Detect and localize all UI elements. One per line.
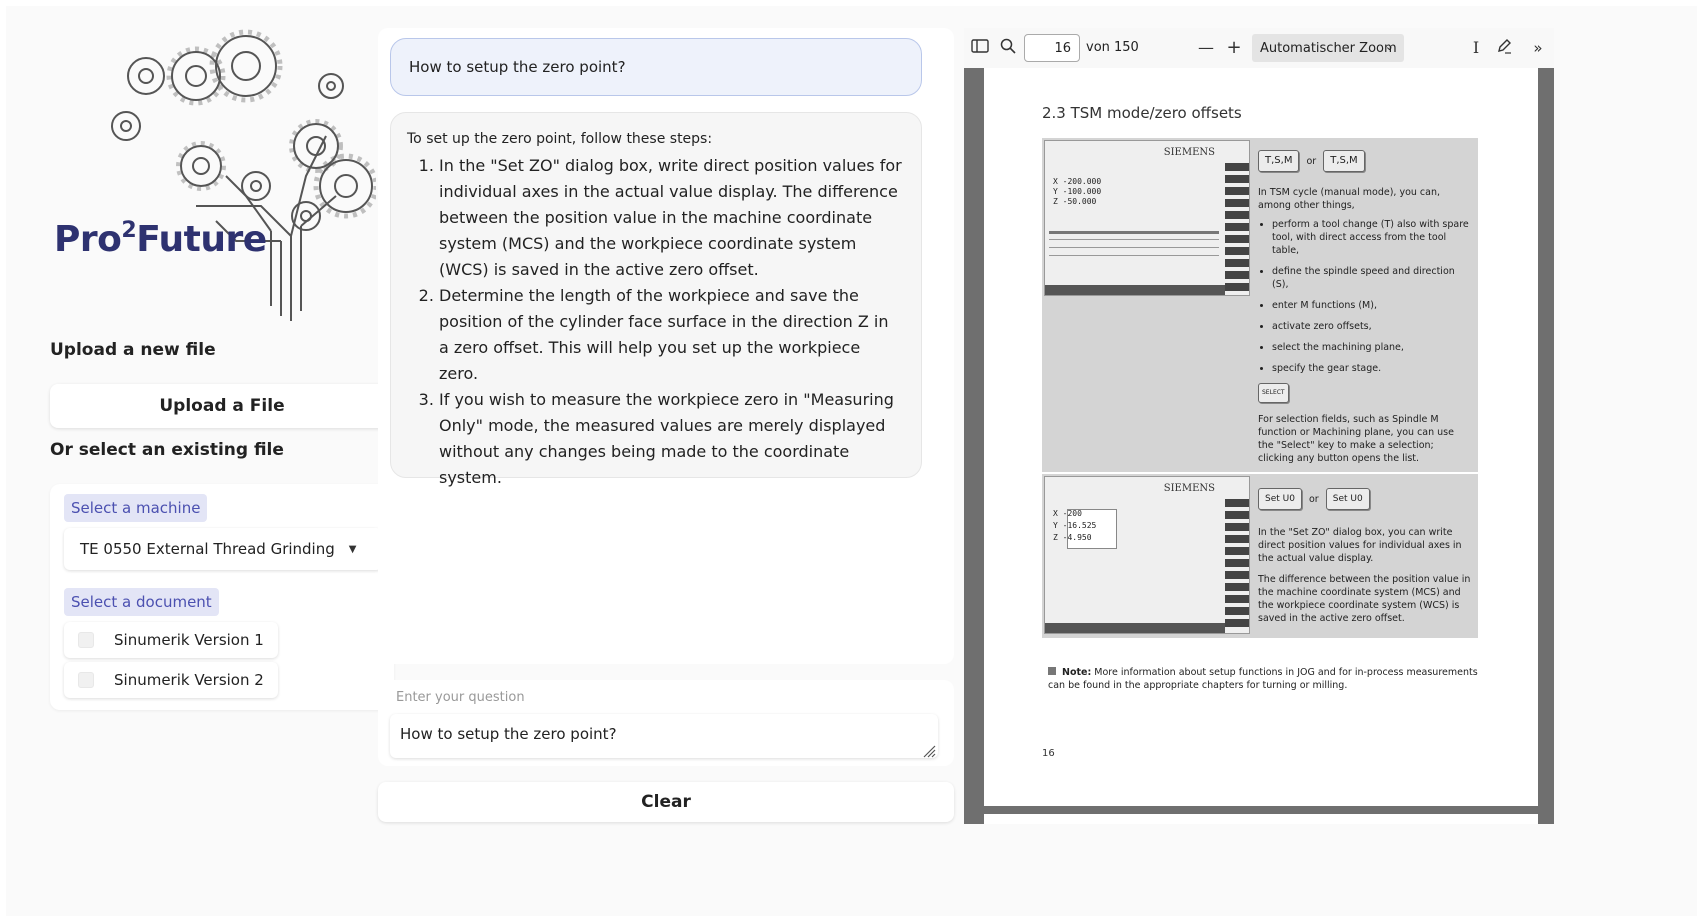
question-input[interactable]	[390, 714, 938, 758]
caret-down-icon: ▼	[348, 543, 357, 555]
or-text: or	[1308, 493, 1319, 505]
pdf-scroll-area[interactable]: 2.3 TSM mode/zero offsets SIEMENS X -200…	[964, 68, 1554, 824]
page-total-label: von 150	[1086, 40, 1139, 55]
upload-file-button[interactable]: Upload a File	[50, 384, 394, 428]
document-label: Select a document	[64, 588, 219, 616]
siemens-logo-text: SIEMENS	[1163, 483, 1215, 494]
pdf-toolbar: von 150 — + Automatischer Zoom ⌄ I »	[964, 28, 1554, 68]
tsm-keys: T,S,M or T,S,M	[1258, 150, 1472, 172]
existing-file-heading: Or select an existing file	[50, 440, 284, 460]
screen-value: Y -100.000	[1053, 187, 1102, 196]
set-zo-keys: Set U0 or Set U0	[1258, 488, 1472, 510]
assistant-step: Determine the length of the workpiece an…	[439, 283, 903, 387]
resize-grip-icon[interactable]	[922, 744, 936, 758]
chevron-down-icon: ⌄	[1384, 40, 1394, 53]
select-description: For selection fields, such as Spindle M …	[1258, 414, 1454, 464]
hmi-screenshot-2: SIEMENS X -200 Y -16.525 Z -4.950	[1044, 476, 1250, 634]
brand-logo-text: Pro2Future	[54, 218, 267, 260]
set-zo-text-2: The difference between the position valu…	[1258, 574, 1471, 624]
file-selection-card: Select a machine TE 0550 External Thread…	[50, 484, 394, 710]
or-text: or	[1306, 155, 1317, 167]
clear-button[interactable]: Clear	[378, 782, 954, 822]
search-icon[interactable]	[998, 38, 1018, 58]
machine-dropdown[interactable]: TE 0550 External Thread Grinding ▼	[64, 528, 382, 570]
document-1-checkbox[interactable]	[78, 632, 94, 648]
pdf-note: Note: More information about setup funct…	[1048, 666, 1478, 692]
pdf-section-heading: 2.3 TSM mode/zero offsets	[1042, 104, 1242, 122]
note-square-icon	[1048, 667, 1056, 675]
document-option-1[interactable]: Sinumerik Version 1	[64, 622, 278, 658]
screen-value: X -200	[1053, 509, 1082, 518]
assistant-message: To set up the zero point, follow these s…	[390, 112, 922, 487]
pdf-page: 2.3 TSM mode/zero offsets SIEMENS X -200…	[984, 68, 1538, 806]
pdf-page-number: 16	[1042, 748, 1055, 759]
question-composer: Enter your question	[378, 680, 954, 766]
more-tools-icon[interactable]: »	[1528, 38, 1548, 58]
document-2-label: Sinumerik Version 2	[114, 671, 264, 689]
zoom-out-icon[interactable]: —	[1196, 38, 1216, 58]
tsm-key-b: T,S,M	[1323, 150, 1365, 172]
set-zo-text-1: In the "Set ZO" dialog box, you can writ…	[1258, 527, 1462, 564]
tsm-key-a: T,S,M	[1258, 150, 1300, 172]
document-option-2[interactable]: Sinumerik Version 2	[64, 662, 278, 698]
user-message: How to setup the zero point?	[390, 38, 922, 96]
screen-value: Y -16.525	[1053, 521, 1097, 530]
assistant-steps-list: In the "Set ZO" dialog box, write direct…	[407, 153, 903, 491]
tsm-bullet: select the machining plane,	[1272, 341, 1472, 354]
siemens-logo-text: SIEMENS	[1163, 147, 1215, 158]
tsm-description: T,S,M or T,S,M In TSM cycle (manual mode…	[1258, 150, 1472, 465]
assistant-step: In the "Set ZO" dialog box, write direct…	[439, 153, 903, 283]
set-zo-key-a: Set U0	[1258, 488, 1302, 510]
tsm-bullet: enter M functions (M),	[1272, 299, 1472, 312]
text-cursor-icon[interactable]: I	[1466, 38, 1486, 58]
hmi-screenshot-1: SIEMENS X -200.000 Y -100.000 Z -50.000	[1044, 140, 1250, 296]
screen-value: Z -4.950	[1053, 533, 1092, 542]
machine-dropdown-value: TE 0550 External Thread Grinding	[80, 540, 335, 558]
zoom-select[interactable]: Automatischer Zoom ⌄	[1252, 34, 1404, 62]
screen-value: X -200.000	[1053, 177, 1102, 186]
assistant-step: If you wish to measure the workpiece zer…	[439, 387, 903, 491]
sidebar: Pro2Future Upload a new file Upload a Fi…	[6, 6, 416, 916]
question-input-label: Enter your question	[396, 690, 525, 705]
screen-value: Z -50.000	[1053, 197, 1097, 206]
sidebar-toggle-icon[interactable]	[970, 38, 990, 58]
tsm-intro: In TSM cycle (manual mode), you can, amo…	[1258, 187, 1441, 211]
select-key-icon: SELECT	[1258, 383, 1289, 403]
set-zo-key-b: Set U0	[1325, 488, 1370, 510]
next-pdf-page	[984, 814, 1538, 824]
tsm-bullets: perform a tool change (T) also with spar…	[1258, 218, 1472, 375]
note-text: More information about setup functions i…	[1048, 667, 1478, 691]
gear-tree-icon	[111, 29, 376, 321]
pdf-figure-table: SIEMENS X -200.000 Y -100.000 Z -50.000	[1042, 138, 1478, 638]
app-window: Pro2Future Upload a new file Upload a Fi…	[6, 6, 1697, 916]
tsm-bullet: define the spindle speed and direction (…	[1272, 265, 1472, 291]
tsm-bullet: activate zero offsets,	[1272, 320, 1472, 333]
page-number-input[interactable]	[1024, 34, 1080, 62]
pen-icon[interactable]	[1494, 38, 1514, 58]
zoom-in-icon[interactable]: +	[1224, 38, 1244, 58]
pdf-viewer: von 150 — + Automatischer Zoom ⌄ I » 2.3…	[964, 28, 1554, 824]
upload-heading: Upload a new file	[50, 340, 216, 360]
set-zo-description: Set U0 or Set U0 In the "Set ZO" dialog …	[1258, 488, 1472, 625]
machine-label: Select a machine	[64, 494, 208, 522]
logo: Pro2Future	[46, 26, 406, 356]
chat-panel: How to setup the zero point? To set up t…	[378, 28, 954, 664]
tsm-bullet: perform a tool change (T) also with spar…	[1272, 218, 1472, 257]
note-label: Note:	[1062, 667, 1092, 678]
document-1-label: Sinumerik Version 1	[114, 631, 264, 649]
document-2-checkbox[interactable]	[78, 672, 94, 688]
tsm-bullet: specify the gear stage.	[1272, 362, 1472, 375]
zoom-select-value: Automatischer Zoom	[1260, 40, 1397, 56]
assistant-intro: To set up the zero point, follow these s…	[407, 131, 713, 147]
